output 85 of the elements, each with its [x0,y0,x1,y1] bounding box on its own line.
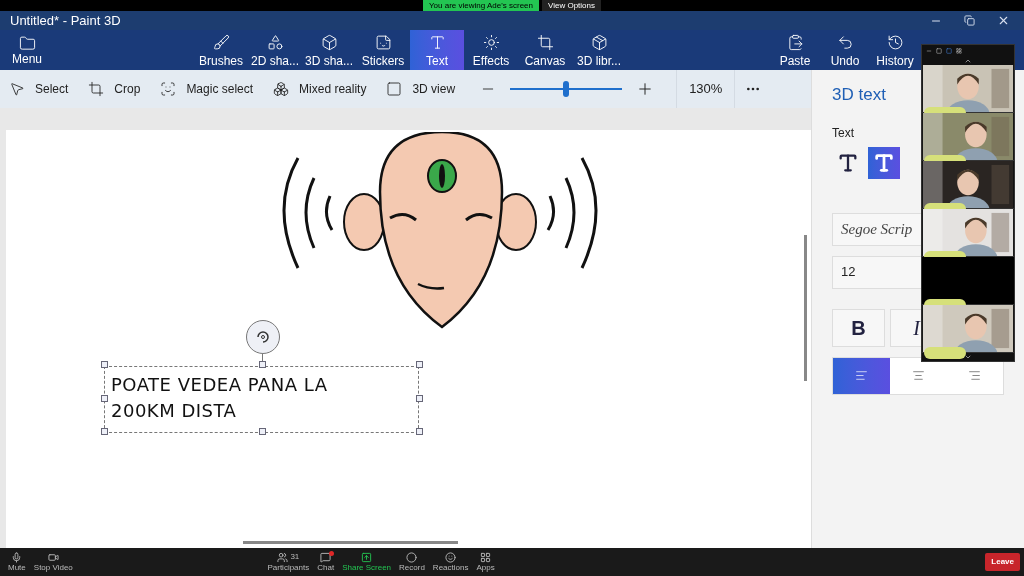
folder-icon [18,34,36,52]
meeting-control[interactable]: Mute [4,548,30,576]
canvas-icon [536,34,554,51]
resize-handle[interactable] [101,361,108,368]
sticker-icon [374,34,392,51]
package-icon [590,34,608,51]
restore-icon[interactable] [964,15,975,26]
redaction-mark [924,347,966,359]
undo-icon [836,34,854,51]
window-title: Untitled* - Paint 3D [9,11,121,30]
resize-handle[interactable] [259,361,266,368]
magic-select-icon [160,81,177,97]
boxes-icon [273,81,290,97]
action-button[interactable]: Paste [770,30,820,70]
notification-badge [329,551,335,556]
resize-handle[interactable] [416,361,423,368]
brush-icon [212,34,230,51]
smile-icon [445,551,457,563]
leave-button[interactable]: Leave [985,553,1020,571]
people-icon [277,551,289,563]
tool-button[interactable]: Mixed reality [264,70,376,108]
meeting-control[interactable]: Apps [472,548,499,576]
square-icon [386,81,403,97]
section-label: Text [832,124,855,142]
apps-icon [480,551,492,563]
close-icon[interactable] [997,14,1010,27]
tool-button[interactable]: Crop [79,70,150,108]
tool-button[interactable]: Magic select [151,70,263,108]
resize-handle[interactable] [259,428,266,435]
viewing-banner: You are viewing Ade's screen [423,0,539,11]
crop-icon [88,81,105,97]
zoom-slider[interactable] [510,81,623,97]
resize-handle[interactable] [416,428,423,435]
paste-icon [786,34,804,51]
action-button[interactable]: Undo [820,30,870,70]
menu-button[interactable]: Menu [0,30,54,70]
rotate-handle[interactable] [246,320,280,354]
tool-tab[interactable]: 3D libr... [572,30,626,70]
tool-tab[interactable]: Brushes [194,30,248,70]
chat-icon [320,551,332,563]
align-right-icon [968,369,982,382]
view-options-button[interactable]: View Options [542,0,601,11]
meeting-control[interactable]: Record [395,548,429,576]
shapes-icon [266,34,284,51]
scroll-down-icon[interactable] [964,353,972,361]
tool-tab[interactable]: Text [410,30,464,70]
pointer-icon [9,81,25,97]
meeting-control[interactable]: Reactions [428,548,473,576]
resize-handle[interactable] [101,428,108,435]
history-icon [886,34,904,51]
meeting-control[interactable]: Stop Video [29,548,77,576]
text-icon [428,34,446,51]
tool-tab[interactable]: Effects [464,30,518,70]
meeting-control[interactable]: Share Screen [338,548,396,576]
align-left-icon [854,369,868,382]
tool-tab[interactable]: Stickers [356,30,410,70]
action-button[interactable]: History [870,30,920,70]
share-icon [361,551,373,563]
grid-icon[interactable] [956,48,962,54]
panel-title: 3D text [832,84,887,106]
tool-tab[interactable]: Canvas [518,30,572,70]
horizontal-scrollbar[interactable] [243,541,458,544]
vertical-scrollbar[interactable] [804,235,807,381]
tool-tab[interactable]: 3D sha... [302,30,356,70]
3d-text-icon [873,151,895,174]
cube-icon [320,34,338,51]
tool-tab[interactable]: 2D sha... [248,30,302,70]
text-line: 200KM DISTA [111,399,237,423]
camera-icon [47,551,59,563]
scroll-up-icon[interactable] [964,57,972,65]
align-center-icon [911,369,925,382]
microphone-icon [11,551,23,563]
tool-button[interactable]: 3D view [377,70,465,108]
resize-handle[interactable] [101,395,108,402]
meeting-control[interactable]: Chat [313,548,339,576]
text-line: POATE VEDEA PANA LA [111,373,328,397]
bold-button[interactable]: B [832,308,885,347]
tool-button[interactable]: Select [0,70,78,108]
view-icon[interactable] [936,48,942,54]
resize-handle[interactable] [416,395,423,402]
record-icon [406,551,418,563]
meeting-control[interactable]: 31 Participants [263,548,314,576]
sun-icon [482,34,500,51]
slider-thumb[interactable] [563,81,570,97]
3d-text-mode-button[interactable] [868,146,900,179]
